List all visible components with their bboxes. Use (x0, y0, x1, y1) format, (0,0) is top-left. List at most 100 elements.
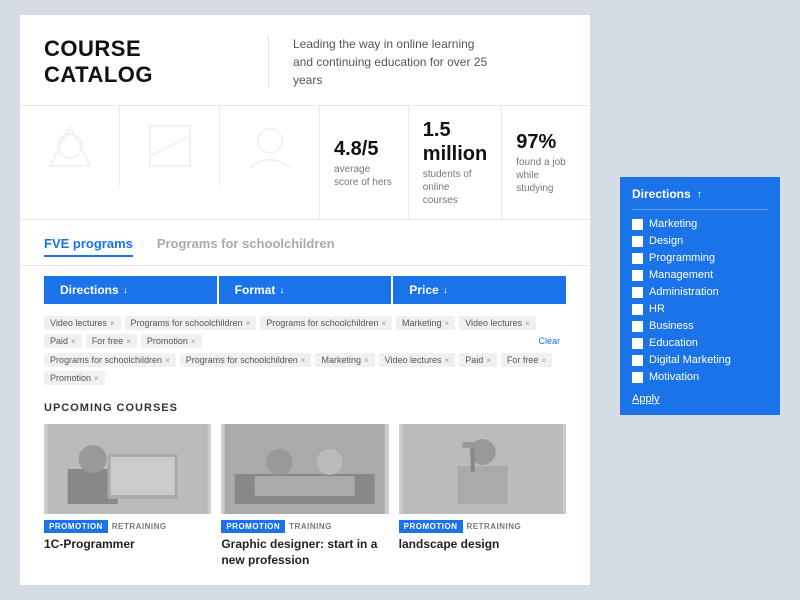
checkbox-administration[interactable] (632, 287, 643, 298)
checkbox-management[interactable] (632, 270, 643, 281)
checkbox-motivation[interactable] (632, 372, 643, 383)
label-management: Management (649, 269, 713, 281)
card-title-1: Graphic designer: start in a new profess… (221, 537, 388, 568)
course-card-2[interactable]: PROMOTION RETRAINING landscape design (399, 424, 566, 568)
placeholder-3 (220, 106, 319, 186)
image-placeholders (20, 106, 320, 219)
card-badges-2: PROMOTION RETRAINING (399, 520, 566, 533)
filter-price-button[interactable]: Price ↓ (393, 276, 566, 304)
dropdown-divider (632, 209, 768, 210)
dropdown-item-business[interactable]: Business (632, 320, 768, 332)
checkbox-programming[interactable] (632, 253, 643, 264)
dropdown-item-motivation[interactable]: Motivation (632, 371, 768, 383)
checkbox-education[interactable] (632, 338, 643, 349)
tag-0[interactable]: Video lectures× (44, 316, 121, 330)
upcoming-title: UPCOMING COURSES (44, 402, 566, 414)
checkbox-design[interactable] (632, 236, 643, 247)
filter-price-arrow: ↓ (443, 285, 448, 296)
checkbox-digital-marketing[interactable] (632, 355, 643, 366)
tag-4[interactable]: Video lectures× (459, 316, 536, 330)
tag-7[interactable]: Promotion× (141, 334, 202, 348)
dropdown-item-management[interactable]: Management (632, 269, 768, 281)
badge-promo-1: PROMOTION (221, 520, 285, 533)
dropdown-item-programming[interactable]: Programming (632, 252, 768, 264)
clear-button[interactable]: Clear (532, 334, 566, 348)
filter-price-label: Price (409, 283, 438, 297)
course-img-1 (221, 424, 388, 514)
dropdown-header: Directions ↑ (632, 187, 768, 201)
label-education: Education (649, 337, 698, 349)
tags-row-1: Video lectures× Programs for schoolchild… (20, 310, 590, 351)
tag-r2-1[interactable]: Programs for schoolchildren× (180, 353, 312, 367)
header-divider (268, 37, 269, 87)
label-hr: HR (649, 303, 665, 315)
tag-6[interactable]: For free× (86, 334, 137, 348)
tabs-section: FVE programs Programs for schoolchildren (20, 220, 590, 266)
dropdown-item-administration[interactable]: Administration (632, 286, 768, 298)
filter-format-arrow: ↓ (279, 285, 284, 296)
placeholder-2 (120, 106, 220, 186)
dropdown-list: Marketing Design Programming Management … (632, 218, 768, 383)
course-card-0[interactable]: PROMOTION RETRAINING 1C-Programmer (44, 424, 211, 568)
upcoming-section: UPCOMING COURSES (20, 388, 590, 576)
tag-r2-5[interactable]: For free× (501, 353, 552, 367)
dropdown-item-design[interactable]: Design (632, 235, 768, 247)
dropdown-item-education[interactable]: Education (632, 337, 768, 349)
card-badges-1: PROMOTION TRAINING (221, 520, 388, 533)
tag-1[interactable]: Programs for schoolchildren× (125, 316, 257, 330)
tab-schoolchildren[interactable]: Programs for schoolchildren (157, 236, 335, 257)
label-business: Business (649, 320, 694, 332)
badge-type-2: RETRAINING (467, 522, 522, 531)
checkbox-hr[interactable] (632, 304, 643, 315)
badge-type-1: TRAINING (289, 522, 332, 531)
filter-directions-label: Directions (60, 283, 119, 297)
stat-jobs-label: found a job while studying (516, 156, 576, 195)
tab-fve[interactable]: FVE programs (44, 236, 133, 257)
stat-students-label: students of online courses (423, 168, 487, 207)
header: COURSE CATALOG Leading the way in online… (20, 15, 590, 106)
label-motivation: Motivation (649, 371, 699, 383)
filter-format-button[interactable]: Format ↓ (219, 276, 392, 304)
directions-dropdown: Directions ↑ Marketing Design Programmin… (620, 177, 780, 415)
tag-3[interactable]: Marketing× (396, 316, 455, 330)
dropdown-item-digital-marketing[interactable]: Digital Marketing (632, 354, 768, 366)
dropdown-arrow: ↑ (697, 189, 702, 200)
tag-r2-4[interactable]: Paid× (459, 353, 497, 367)
filter-format-label: Format (235, 283, 276, 297)
badge-type-0: RETRAINING (112, 522, 167, 531)
stat-jobs: 97% found a job while studying (502, 106, 590, 219)
dropdown-item-hr[interactable]: HR (632, 303, 768, 315)
dropdown-item-marketing[interactable]: Marketing (632, 218, 768, 230)
tags-row-2: Programs for schoolchildren× Programs fo… (20, 351, 590, 388)
filter-directions-button[interactable]: Directions ↓ (44, 276, 217, 304)
filter-section: Directions ↓ Format ↓ Price ↓ (20, 266, 590, 310)
label-marketing: Marketing (649, 218, 697, 230)
dropdown-title: Directions (632, 187, 691, 201)
main-card: COURSE CATALOG Leading the way in online… (20, 15, 590, 585)
page-title: COURSE CATALOG (44, 36, 244, 88)
stat-students: 1.5 million students of online courses (409, 106, 502, 219)
stat-jobs-value: 97% (516, 130, 576, 154)
stat-rating: 4.8/5 average score of hers (320, 106, 409, 219)
tag-r2-0[interactable]: Programs for schoolchildren× (44, 353, 176, 367)
checkbox-marketing[interactable] (632, 219, 643, 230)
stat-students-value: 1.5 million (423, 118, 487, 166)
tag-r2-3[interactable]: Video lectures× (379, 353, 456, 367)
card-title-2: landscape design (399, 537, 566, 553)
tag-r2-6[interactable]: Promotion× (44, 371, 105, 385)
checkbox-business[interactable] (632, 321, 643, 332)
label-administration: Administration (649, 286, 719, 298)
tag-2[interactable]: Programs for schoolchildren× (260, 316, 392, 330)
label-digital-marketing: Digital Marketing (649, 354, 731, 366)
course-card-1[interactable]: PROMOTION TRAINING Graphic designer: sta… (221, 424, 388, 568)
tag-r2-2[interactable]: Marketing× (315, 353, 374, 367)
label-design: Design (649, 235, 683, 247)
tag-5[interactable]: Paid× (44, 334, 82, 348)
stats-section: 4.8/5 average score of hers 1.5 million … (20, 106, 590, 220)
badge-promo-0: PROMOTION (44, 520, 108, 533)
stats-items: 4.8/5 average score of hers 1.5 million … (320, 106, 590, 219)
course-cards: PROMOTION RETRAINING 1C-Programmer (44, 424, 566, 568)
page-wrapper: COURSE CATALOG Leading the way in online… (20, 15, 780, 585)
stat-rating-label: average score of hers (334, 163, 394, 189)
apply-button[interactable]: Apply (632, 393, 768, 405)
